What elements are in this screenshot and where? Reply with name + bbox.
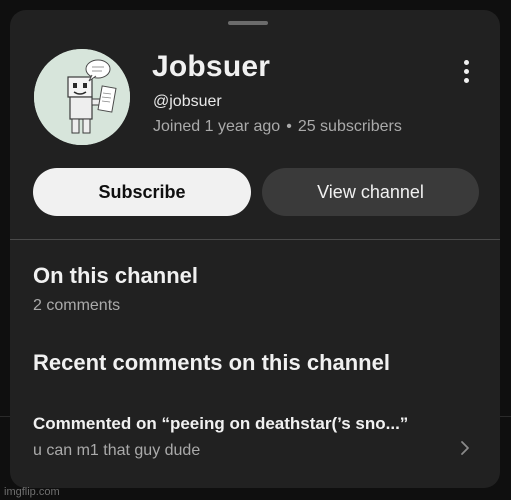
channel-handle: @jobsuer [153, 93, 222, 110]
channel-meta: Joined 1 year ago • 25 subscribers [153, 118, 402, 136]
meta-separator: • [286, 118, 292, 135]
joined-date: Joined 1 year ago [153, 118, 281, 135]
comment-video-title: Commented on “peeing on deathstar(’s sno… [33, 414, 409, 433]
drag-handle[interactable] [228, 21, 268, 25]
subscribe-button[interactable]: Subscribe [33, 168, 251, 216]
channel-name: Jobsuer [152, 50, 271, 83]
avatar-drawing [34, 49, 130, 145]
view-channel-button[interactable]: View channel [262, 168, 479, 216]
comment-count: 2 comments [33, 297, 121, 314]
chevron-right-icon[interactable] [457, 438, 473, 458]
channel-avatar[interactable] [34, 49, 130, 145]
channel-bottom-sheet: Jobsuer @jobsuer Joined 1 year ago • 25 su… [10, 10, 500, 488]
section-divider [10, 239, 500, 240]
more-vert-icon[interactable] [454, 56, 478, 86]
comment-text: u can m1 that guy dude [33, 442, 201, 459]
subscriber-count: 25 subscribers [297, 118, 402, 135]
recent-comments-heading: Recent comments on this channel [33, 350, 390, 375]
on-this-channel-heading: On this channel [33, 263, 199, 288]
watermark: imgflip.com [4, 486, 60, 498]
